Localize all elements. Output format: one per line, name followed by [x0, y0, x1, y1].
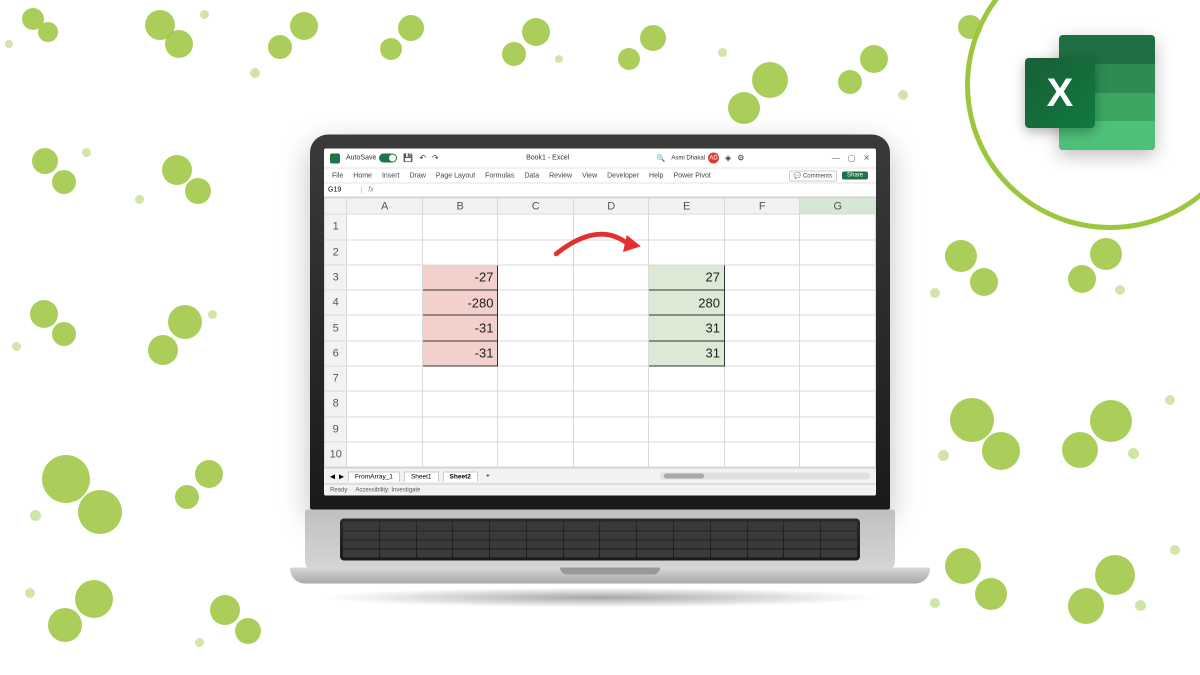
autosave-switch-icon[interactable] [379, 154, 397, 163]
col-header-B[interactable]: B [422, 198, 498, 214]
conversion-arrow-icon [551, 228, 646, 260]
row-header-1[interactable]: 1 [325, 214, 347, 239]
sheet-tab-sheet2[interactable]: Sheet2 [443, 471, 478, 481]
tab-draw[interactable]: Draw [409, 172, 425, 179]
tab-formulas[interactable]: Formulas [485, 172, 514, 179]
row-header-3[interactable]: 3 [325, 265, 347, 290]
excel-window: AutoSave 💾 ↶ ↷ Book1 - Excel 🔍 Asmi Dhak… [324, 149, 876, 496]
tab-file[interactable]: File [332, 172, 343, 179]
laptop-base [290, 568, 930, 584]
col-header-G[interactable]: G [800, 198, 876, 214]
tab-insert[interactable]: Insert [382, 172, 400, 179]
tab-page-layout[interactable]: Page Layout [436, 172, 475, 179]
row-header-4[interactable]: 4 [325, 290, 347, 315]
title-bar: AutoSave 💾 ↶ ↷ Book1 - Excel 🔍 Asmi Dhak… [324, 149, 876, 169]
cell-B6[interactable]: -31 [422, 341, 498, 366]
sheet-tab-sheet1[interactable]: Sheet1 [404, 471, 439, 481]
tab-home[interactable]: Home [353, 172, 372, 179]
tab-help[interactable]: Help [649, 172, 663, 179]
tab-view[interactable]: View [582, 172, 597, 179]
laptop-keyboard [305, 510, 895, 570]
fx-icon[interactable]: fx [362, 187, 380, 194]
tab-review[interactable]: Review [549, 172, 572, 179]
row-header-10[interactable]: 10 [325, 442, 347, 467]
laptop-frame: AutoSave 💾 ↶ ↷ Book1 - Excel 🔍 Asmi Dhak… [290, 135, 910, 608]
excel-app-icon [330, 153, 340, 163]
share-button[interactable]: Share [842, 172, 868, 180]
minimize-button[interactable]: — [832, 154, 840, 163]
add-sheet-button[interactable]: + [482, 473, 494, 480]
comments-button[interactable]: 💬 Comments [789, 170, 837, 181]
row-header-8[interactable]: 8 [325, 391, 347, 416]
formula-bar: G19 fx [324, 184, 876, 198]
spreadsheet-grid[interactable]: A B C D E F G 1 2 3 -27 27 4 -280 280 5 -31 31 [324, 198, 876, 468]
search-icon[interactable]: 🔍 [657, 154, 666, 162]
tab-power-pivot[interactable]: Power Pivot [673, 172, 710, 179]
horizontal-scrollbar[interactable] [660, 473, 870, 480]
document-title: Book1 - Excel [526, 155, 569, 162]
ribbon-mode-icon[interactable]: ⚙ [737, 154, 744, 163]
cell-E3[interactable]: 27 [649, 265, 725, 290]
tab-developer[interactable]: Developer [607, 172, 639, 179]
col-header-F[interactable]: F [724, 198, 800, 214]
autosave-toggle[interactable]: AutoSave [346, 154, 397, 163]
status-ready: Ready [330, 487, 347, 493]
undo-icon[interactable]: ↶ [419, 154, 426, 163]
user-account[interactable]: Asmi Dhakal AD [671, 153, 719, 164]
cell-B4[interactable]: -280 [422, 290, 498, 315]
cell-B5[interactable]: -31 [422, 315, 498, 340]
col-header-E[interactable]: E [649, 198, 725, 214]
maximize-button[interactable]: ▢ [848, 154, 856, 163]
tab-data[interactable]: Data [524, 172, 539, 179]
ribbon-tabs: File Home Insert Draw Page Layout Formul… [324, 169, 876, 184]
status-bar: Ready Accessibility: Investigate [324, 484, 876, 496]
sync-icon[interactable]: ◈ [725, 154, 731, 163]
cell-E4[interactable]: 280 [649, 290, 725, 315]
col-header-D[interactable]: D [573, 198, 649, 214]
row-header-5[interactable]: 5 [325, 315, 347, 340]
laptop-shadow [320, 588, 880, 608]
row-header-6[interactable]: 6 [325, 341, 347, 366]
sheet-tab-fromarray[interactable]: FromArray_1 [348, 471, 400, 481]
sheet-nav-next-icon[interactable]: ▶ [339, 472, 344, 480]
cell-B3[interactable]: -27 [422, 265, 498, 290]
row-header-9[interactable]: 9 [325, 417, 347, 442]
cell-E6[interactable]: 31 [649, 341, 725, 366]
col-header-C[interactable]: C [498, 198, 574, 214]
excel-logo: X [1025, 35, 1155, 155]
row-header-7[interactable]: 7 [325, 366, 347, 391]
sheet-nav-prev-icon[interactable]: ◀ [330, 472, 335, 480]
status-accessibility[interactable]: Accessibility: Investigate [355, 487, 420, 493]
col-header-A[interactable]: A [347, 198, 423, 214]
close-button[interactable]: ✕ [863, 154, 870, 163]
name-box[interactable]: G19 [324, 187, 362, 194]
row-header-2[interactable]: 2 [325, 240, 347, 265]
redo-icon[interactable]: ↷ [432, 154, 439, 163]
sheet-tab-bar: ◀ ▶ FromArray_1 Sheet1 Sheet2 + [324, 468, 876, 484]
save-icon[interactable]: 💾 [403, 154, 413, 163]
cell-E5[interactable]: 31 [649, 315, 725, 340]
avatar: AD [708, 153, 719, 164]
